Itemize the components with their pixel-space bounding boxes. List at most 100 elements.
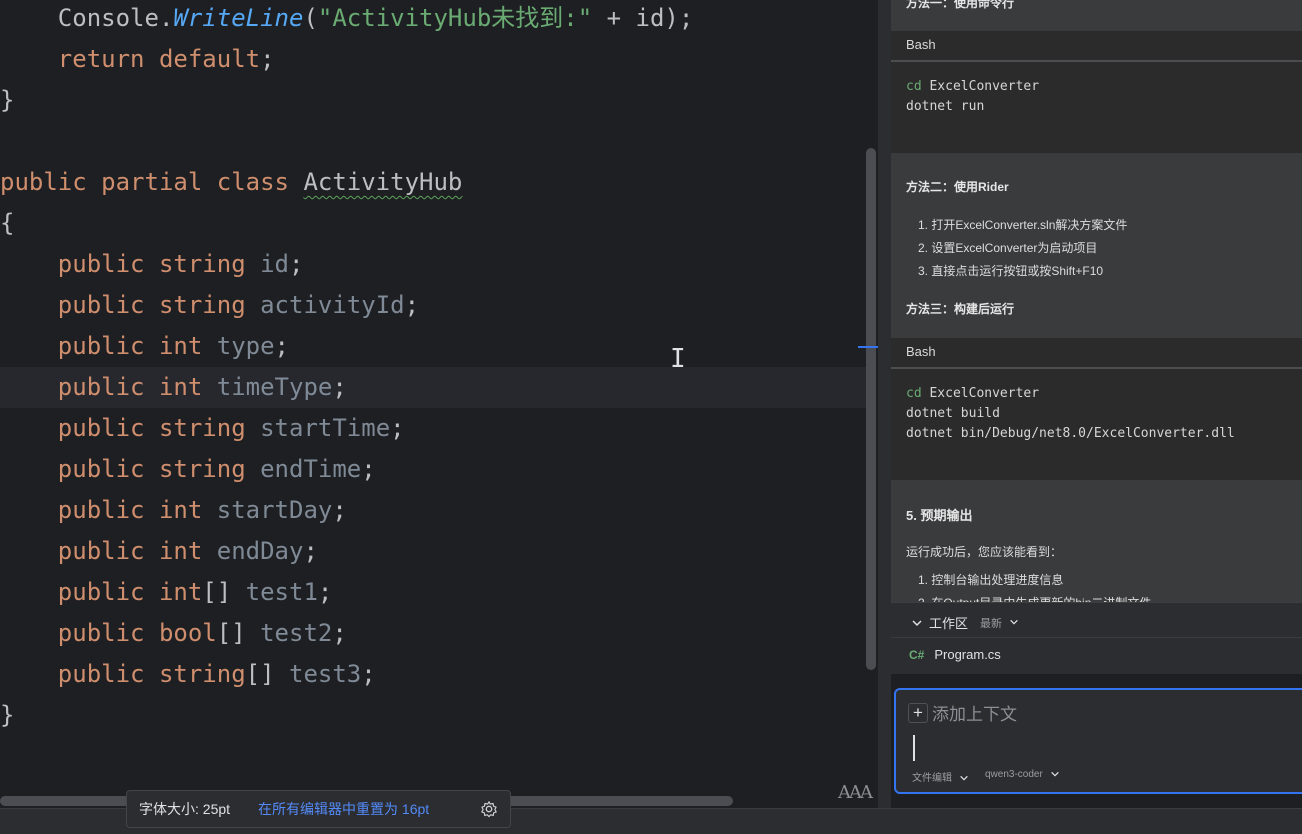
code-line[interactable]: public string activityId;	[0, 285, 866, 326]
code-token: ;	[260, 45, 275, 73]
workspace-title: 工作区	[929, 616, 969, 631]
code-line[interactable]: {	[0, 203, 866, 244]
code-token: activityId	[260, 291, 405, 319]
font-size-popup: 字体大小: 25pt 在所有编辑器中重置为 16pt	[126, 790, 511, 828]
code-token: test3	[289, 660, 362, 688]
code-token: ActivityHub	[303, 168, 463, 196]
mouse-ibeam-cursor: I	[670, 344, 686, 374]
method3-heading: 方法三：构建后运行	[906, 302, 1015, 316]
code-token: public int	[0, 578, 203, 606]
code-token: ;	[361, 455, 376, 483]
add-context-button[interactable]: + 添加上下文	[908, 700, 1017, 725]
code-token: ;	[332, 619, 347, 647]
code-line[interactable]: public string endTime;	[0, 449, 866, 490]
code-token: ;	[303, 537, 318, 565]
code-line[interactable]: }	[0, 80, 866, 121]
code-line[interactable]: public int[] test1;	[0, 572, 866, 613]
code-line: dotnet run	[906, 99, 985, 114]
code-token: endTime	[260, 455, 362, 483]
code-token: }	[0, 701, 15, 729]
code-line[interactable]: return default;	[0, 39, 866, 80]
reset-font-size-link[interactable]: 在所有编辑器中重置为 16pt	[258, 799, 429, 819]
code-token: type	[216, 332, 275, 360]
method2-heading: 方法二：使用Rider	[906, 180, 1009, 194]
code-line[interactable]: public int type;	[0, 326, 866, 367]
code-token: startTime	[260, 414, 391, 442]
code-line[interactable]: public bool[] test2;	[0, 613, 866, 654]
code-block-build[interactable]: Bash cd ExcelConverter dotnet build dotn…	[891, 338, 1302, 480]
code-token: startDay	[216, 496, 333, 524]
font-size-label: 字体大小: 25pt	[139, 801, 231, 817]
csharp-file-icon: C#	[909, 647, 925, 662]
code-line[interactable]: public partial class ActivityHub	[0, 162, 866, 203]
chevron-down-icon[interactable]	[911, 617, 923, 629]
panel-splitter[interactable]	[878, 0, 891, 808]
code-line[interactable]: public int startDay;	[0, 490, 866, 531]
workspace-section: 工作区 最新 C# Program.cs	[891, 602, 1302, 674]
code-line[interactable]: public string[] test3;	[0, 654, 866, 695]
mode-label: 文件编辑	[912, 773, 952, 784]
workspace-latest-label: 最新	[980, 617, 1003, 630]
workspace-file-item[interactable]: C# Program.cs	[909, 647, 1001, 662]
workspace-header[interactable]: 工作区 最新	[911, 613, 1019, 632]
code-token: public int	[0, 332, 217, 360]
code-token: public string	[0, 455, 261, 483]
section5-intro: 运行成功后，您应该能看到：	[906, 545, 1063, 559]
code-token: test1	[245, 578, 318, 606]
chevron-down-icon	[960, 776, 968, 781]
code-block-run[interactable]: Bash cd ExcelConverter dotnet run	[891, 31, 1302, 153]
code-line-current[interactable]: public int timeType;	[0, 367, 866, 408]
divider	[891, 637, 1302, 638]
code-line[interactable]: public string startTime;	[0, 408, 866, 449]
code-token: public string	[0, 414, 261, 442]
code-token: endDay	[216, 537, 304, 565]
code-token: public string	[0, 250, 261, 278]
code-line[interactable]: Console.WriteLine("ActivityHub未找到:" + id…	[0, 0, 866, 39]
font-size-icon[interactable]: AAA	[838, 782, 873, 803]
code-token: []	[216, 619, 261, 647]
code-editor[interactable]: Console.WriteLine("ActivityHub未找到:" + id…	[0, 0, 878, 808]
workspace-latest-select[interactable]: 最新	[980, 615, 1019, 631]
list-item: 1. 控制台输出处理进度信息	[918, 573, 1064, 587]
ai-chat-panel[interactable]: 方法一：使用命令行 Bash cd ExcelConverter dotnet …	[891, 0, 1302, 602]
list-item: 2. 在Output目录中生成更新的bin二进制文件	[918, 594, 1151, 602]
code-token: public string	[0, 660, 246, 688]
code-token: "ActivityHub未找到:"	[317, 4, 593, 32]
code-token: ;	[332, 496, 347, 524]
gear-icon[interactable]	[480, 800, 498, 818]
text-caret	[913, 735, 915, 761]
code-token: public int	[0, 496, 217, 524]
code-token: ;	[274, 332, 289, 360]
chat-input-box[interactable]: + 添加上下文 文件编辑 qwen3-coder	[894, 688, 1302, 794]
mode-select[interactable]: 文件编辑	[912, 769, 969, 784]
code-token: (	[303, 4, 318, 32]
code-token: id	[260, 250, 289, 278]
code-line: cd ExcelConverter	[906, 386, 1040, 401]
code-line[interactable]: public int endDay;	[0, 531, 866, 572]
code-line[interactable]: }	[0, 695, 866, 736]
code-token: []	[202, 578, 246, 606]
code-block-divider	[891, 367, 1302, 369]
chevron-down-icon	[1010, 619, 1018, 625]
code-token: public int	[0, 373, 217, 401]
editor-vertical-scrollbar[interactable]	[866, 148, 876, 670]
section5-heading: 5. 预期输出	[906, 508, 973, 523]
code-token: ;	[390, 414, 405, 442]
code-token: + id);	[592, 4, 694, 32]
list-item: 3. 直接点击运行按钮或按Shift+F10	[918, 264, 1104, 278]
code-token: {	[0, 209, 15, 237]
code-token: ;	[289, 250, 304, 278]
code-token: }	[0, 86, 15, 114]
code-line[interactable]: public string id;	[0, 244, 866, 285]
code-token: public int	[0, 537, 217, 565]
code-token: ;	[361, 660, 376, 688]
code-token: ;	[332, 373, 347, 401]
code-block-lang: Bash	[906, 344, 936, 359]
code-token: public bool	[0, 619, 217, 647]
code-token: WriteLine	[173, 4, 304, 32]
chevron-down-icon	[1050, 772, 1059, 777]
model-select[interactable]: qwen3-coder	[985, 769, 1060, 780]
code-block-divider	[891, 60, 1302, 62]
code-token: public partial class	[0, 168, 304, 196]
method1-heading: 方法一：使用命令行	[906, 0, 1015, 10]
